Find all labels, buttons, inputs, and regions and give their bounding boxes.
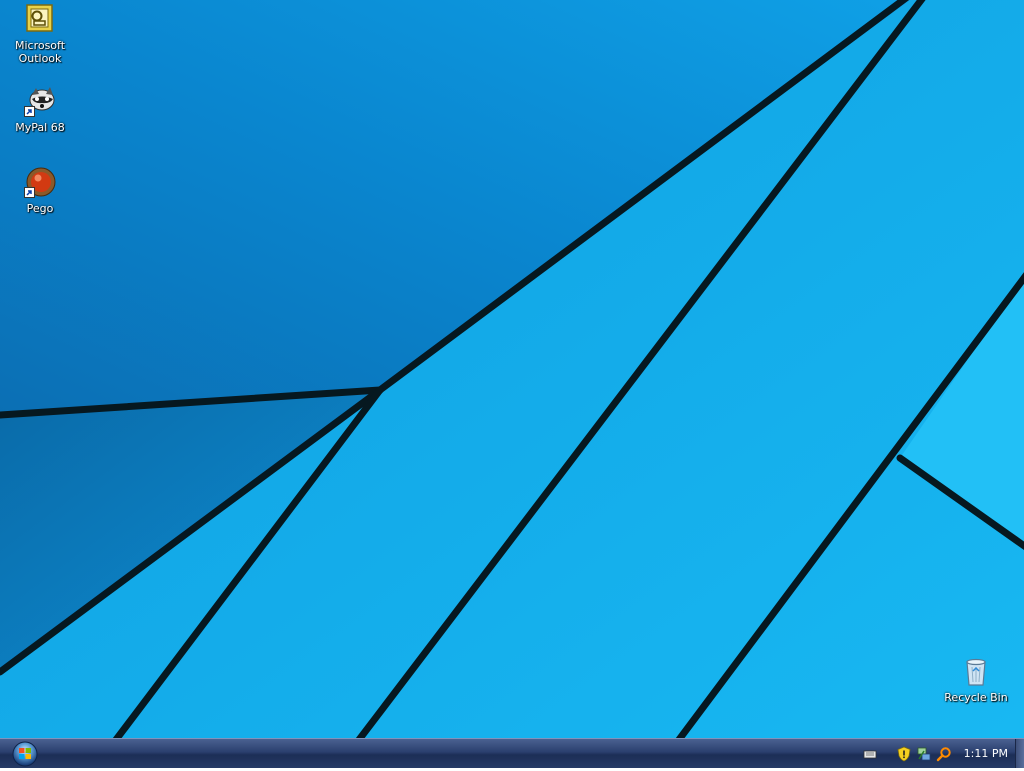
desktop-icon-label: Pego: [26, 202, 54, 215]
outlook-icon: [24, 3, 56, 35]
desktop-icon-label: Microsoft Outlook: [14, 39, 66, 65]
show-desktop-button[interactable]: [1015, 739, 1024, 768]
desktop-icon-pego[interactable]: Pego: [2, 166, 78, 215]
desktop-icon-recycle-bin[interactable]: Recycle Bin: [938, 655, 1014, 704]
raccoon-icon: [24, 85, 56, 117]
desktop-icon-label: MyPal 68: [15, 121, 65, 134]
pego-icon: [24, 166, 56, 198]
taskbar[interactable]: 1:11 PM: [0, 738, 1024, 768]
clock[interactable]: 1:11 PM: [964, 747, 1008, 760]
start-button[interactable]: [10, 740, 40, 767]
security-shield-icon[interactable]: [896, 746, 912, 762]
desktop-icon-mypal-68[interactable]: MyPal 68: [2, 85, 78, 134]
keyboard-icon[interactable]: [862, 746, 878, 762]
desktop-icon-microsoft-outlook[interactable]: Microsoft Outlook: [2, 3, 78, 65]
search-icon[interactable]: [936, 746, 952, 762]
shortcut-arrow-icon: [24, 106, 35, 117]
shortcut-arrow-icon: [24, 187, 35, 198]
network-icon[interactable]: [916, 746, 932, 762]
windows-orb-icon: [12, 741, 38, 767]
wallpaper: [0, 0, 1024, 738]
recycle-bin-icon: [960, 655, 992, 687]
desktop[interactable]: Microsoft Outlook MyPal 68 Pego Recycle …: [0, 0, 1024, 738]
desktop-icon-label: Recycle Bin: [944, 691, 1008, 704]
system-tray: 1:11 PM: [862, 739, 1024, 768]
